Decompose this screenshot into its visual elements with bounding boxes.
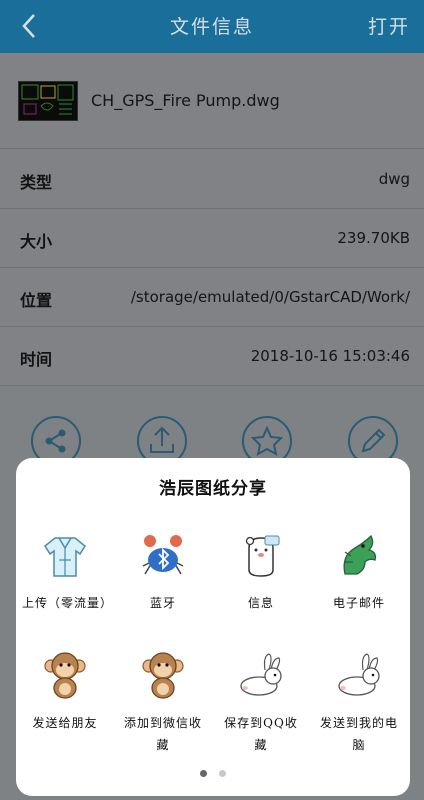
email-dragon-icon [343, 534, 377, 575]
share-sheet: 浩辰图纸分享 上传（零流量） 蓝牙 信息 电子邮件 发送给朋友 添加到微信收藏 … [16, 458, 410, 796]
monkey-icon [142, 652, 184, 699]
share-option-label: 电子邮件 [332, 596, 385, 610]
share-option-label: 发送给朋友 [32, 716, 98, 730]
share-option-label: 发送到我的电脑 [319, 716, 398, 752]
detail-label: 类型 [20, 173, 53, 192]
share-option-upload[interactable]: 上传（零流量） [16, 530, 114, 614]
share-option-email[interactable]: 电子邮件 [310, 530, 408, 614]
message-bear-icon [245, 535, 280, 577]
coat-icon [44, 537, 86, 577]
rabbit-icon [240, 653, 282, 696]
share-option-label: 蓝牙 [149, 596, 176, 610]
detail-value: dwg [378, 170, 410, 188]
file-summary: CH_GPS_Fire Pump.dwg [0, 53, 424, 149]
share-option-label: 保存到QQ收藏 [224, 716, 298, 752]
detail-label: 大小 [20, 232, 53, 251]
file-name: CH_GPS_Fire Pump.dwg [91, 91, 280, 110]
share-sheet-title: 浩辰图纸分享 [159, 479, 267, 499]
share-option-qq-favorite[interactable]: 保存到QQ收藏 [212, 650, 310, 756]
share-option-label: 上传（零流量） [22, 596, 114, 610]
open-button[interactable]: 打开 [368, 12, 410, 39]
detail-label: 位置 [20, 291, 53, 310]
share-option-label: 添加到微信收藏 [123, 716, 202, 752]
detail-value: 2018-10-16 15:03:46 [250, 347, 410, 365]
page-indicator [16, 762, 410, 781]
monkey-icon [44, 652, 86, 699]
file-thumbnail [18, 81, 78, 121]
share-option-label: 信息 [247, 596, 274, 610]
bluetooth-crab-icon [142, 535, 184, 575]
detail-row-time: 时间 2018-10-16 15:03:46 [0, 327, 424, 386]
share-option-wechat-favorite[interactable]: 添加到微信收藏 [114, 650, 212, 756]
share-option-bluetooth[interactable]: 蓝牙 [114, 530, 212, 614]
detail-row-size: 大小 239.70KB [0, 209, 424, 268]
rabbit-icon [338, 653, 380, 696]
detail-value: 239.70KB [337, 229, 410, 247]
app-header: 文件信息 打开 [0, 0, 424, 53]
page-dot-active[interactable] [200, 770, 207, 777]
detail-row-type: 类型 dwg [0, 150, 424, 209]
detail-label: 时间 [20, 350, 53, 369]
detail-value: /storage/emulated/0/GstarCAD/Work/ [130, 288, 410, 306]
page-title: 文件信息 [169, 16, 254, 38]
detail-row-location: 位置 /storage/emulated/0/GstarCAD/Work/ [0, 268, 424, 327]
share-option-send-computer[interactable]: 发送到我的电脑 [310, 650, 408, 756]
share-option-message[interactable]: 信息 [212, 530, 310, 614]
page-dot[interactable] [219, 770, 226, 777]
share-option-send-friend[interactable]: 发送给朋友 [16, 650, 114, 734]
